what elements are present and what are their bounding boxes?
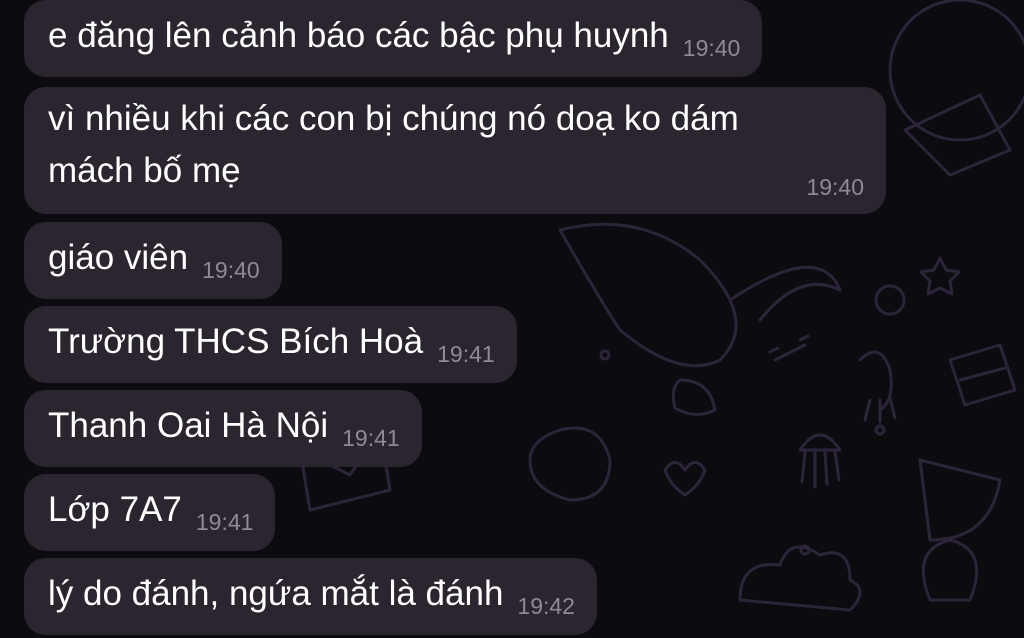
message-timestamp: 19:42: [517, 593, 575, 619]
message-bubble[interactable]: vì nhiều khi các con bị chúng nó doạ ko …: [24, 87, 886, 214]
jellyfish-doodle-icon: [798, 433, 842, 489]
message-timestamp: 19:40: [682, 35, 741, 61]
bone-doodle-icon: [768, 334, 810, 362]
message-text: Thanh Oai Hà Nội: [48, 406, 329, 445]
message-text: lý do đánh, ngứa mắt là đánh: [48, 574, 504, 613]
fox-tail-doodle-icon: [728, 265, 842, 322]
dot-doodle: [599, 349, 611, 361]
shell-doodle-icon: [671, 378, 717, 416]
pizza-doodle-icon: [918, 458, 1002, 542]
message-text: giáo viên: [48, 238, 189, 277]
message-bubble[interactable]: Trường THCS Bích Hoà 19:41: [24, 306, 517, 383]
kite-doodle-icon: [903, 93, 1012, 177]
message-timestamp: 19:41: [195, 509, 254, 535]
gift-doodle-icon: [948, 343, 1017, 407]
message-text: Trường THCS Bích Hoà: [48, 322, 424, 361]
planet-ring-doodle-icon: [528, 426, 612, 502]
spiral-doodle-icon: [874, 284, 906, 316]
dot-doodle: [799, 544, 811, 556]
message-bubble[interactable]: Thanh Oai Hà Nội 19:41: [24, 390, 422, 467]
message-bubble[interactable]: giáo viên 19:40: [24, 222, 282, 299]
message-bubble[interactable]: Lớp 7A7 19:41: [24, 474, 276, 551]
cat-doodle-icon: [558, 222, 738, 368]
message-timestamp: 19:41: [342, 425, 400, 451]
planet-doodle-icon: [888, 0, 1024, 142]
dot-doodle: [874, 424, 886, 436]
message-text: e đăng lên cảnh báo các bậc phụ huynh: [48, 16, 669, 55]
squid-doodle-icon: [858, 350, 897, 424]
message-text: vì nhiều khi các con bị chúng nó doạ ko …: [48, 99, 739, 190]
star-doodle-icon: [919, 256, 961, 296]
cloud-doodle-icon: [738, 545, 862, 612]
heart-doodle-icon: [663, 461, 707, 497]
message-timestamp: 19:40: [806, 174, 864, 200]
message-bubble[interactable]: e đăng lên cảnh báo các bậc phụ huynh 19:…: [24, 0, 763, 77]
message-timestamp: 19:40: [202, 257, 260, 283]
message-bubble[interactable]: lý do đánh, ngứa mắt là đánh 19:42: [24, 558, 597, 635]
message-text: Lớp 7A7: [48, 490, 182, 529]
lightbulb-doodle-icon: [921, 538, 979, 602]
message-timestamp: 19:41: [437, 341, 495, 367]
